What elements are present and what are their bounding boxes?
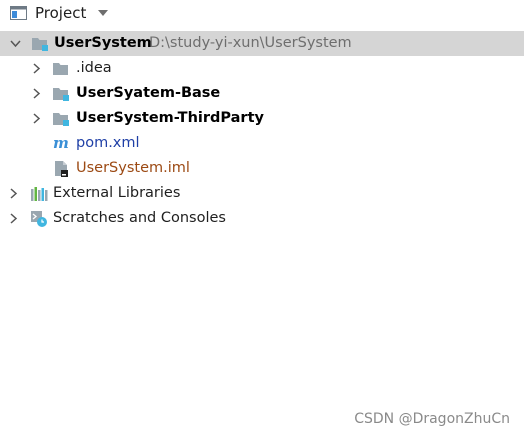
libraries-icon [31, 187, 48, 201]
tree-row-scratches[interactable]: Scratches and Consoles [0, 206, 524, 231]
root-project-path: D:\study-yi-xun\UserSystem [149, 35, 352, 51]
tree-item-label: UserSyatem-Base [76, 85, 221, 101]
module-folder-icon [32, 38, 48, 51]
project-header: Project [0, 0, 524, 27]
tree-item-label: UserSystem-ThirdParty [76, 110, 264, 126]
svg-text:m: m [53, 135, 69, 152]
tree-item-label: pom.xml [76, 135, 140, 151]
external-libraries-label: External Libraries [53, 185, 181, 201]
tree-row-idea[interactable]: .idea [0, 56, 524, 81]
project-tool-window: Project UserSystem D:\study-yi-xun\UserS… [0, 0, 524, 439]
tree-row-pom-xml[interactable]: m pom.xml [0, 131, 524, 156]
chevron-right-icon[interactable] [8, 213, 19, 224]
tree-item-label: UserSystem.iml [76, 160, 190, 176]
project-window-icon [10, 6, 27, 20]
module-folder-icon [53, 113, 69, 126]
chevron-right-icon[interactable] [31, 88, 42, 99]
tree-item-label: .idea [76, 60, 112, 76]
iml-file-icon [55, 161, 68, 177]
scratches-label: Scratches and Consoles [53, 210, 226, 226]
tree-row-root[interactable]: UserSystem D:\study-yi-xun\UserSystem [0, 31, 524, 56]
module-folder-icon [53, 88, 69, 101]
chevron-down-icon[interactable] [97, 9, 109, 17]
maven-icon: m [53, 135, 69, 152]
folder-icon [53, 63, 68, 75]
tree-row-thirdparty-module[interactable]: UserSystem-ThirdParty [0, 106, 524, 131]
scratches-icon [31, 211, 47, 227]
tree-row-external-libraries[interactable]: External Libraries [0, 181, 524, 206]
chevron-right-icon[interactable] [8, 188, 19, 199]
tree-row-base-module[interactable]: UserSyatem-Base [0, 81, 524, 106]
root-project-name: UserSystem [54, 35, 152, 51]
project-view-title[interactable]: Project [35, 4, 86, 22]
chevron-right-icon[interactable] [31, 113, 42, 124]
chevron-right-icon[interactable] [31, 63, 42, 74]
watermark-text: CSDN @DragonZhuCn [354, 411, 510, 427]
chevron-down-icon[interactable] [10, 38, 21, 49]
tree-row-iml-file[interactable]: UserSystem.iml [0, 156, 524, 181]
